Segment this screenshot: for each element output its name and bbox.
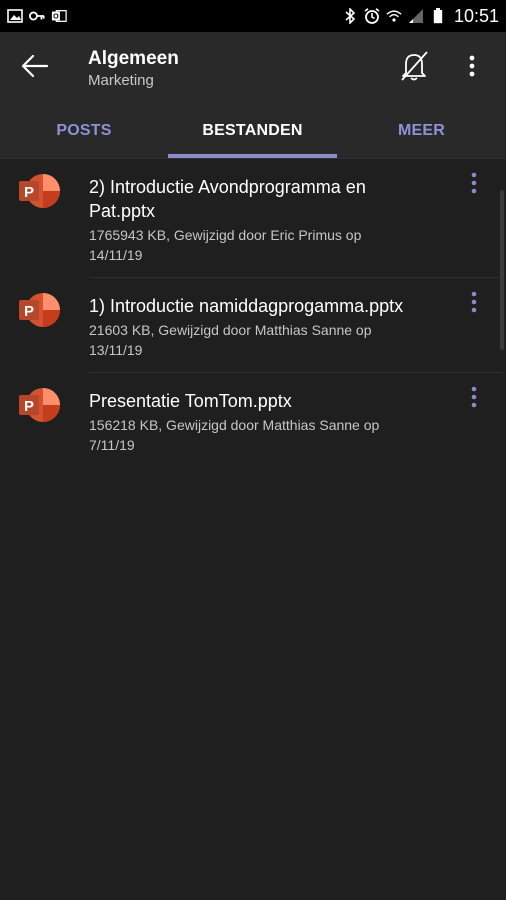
app-bar: Algemeen Marketing	[0, 32, 506, 104]
file-more-button[interactable]	[464, 290, 484, 318]
arrow-left-icon	[21, 54, 49, 83]
file-name: 1) Introductie namiddagprogamma.pptx	[89, 296, 404, 316]
wifi-icon	[386, 8, 402, 24]
file-more-button[interactable]	[464, 171, 484, 199]
clock-time: 10:51	[453, 5, 499, 26]
powerpoint-icon: P	[18, 173, 62, 278]
file-name: Presentatie TomTom.pptx	[89, 391, 292, 411]
scrollbar[interactable]	[500, 190, 504, 350]
file-details: 1) Introductie namiddagprogamma.pptx 216…	[89, 278, 502, 373]
file-list: P 2) Introductie Avondprogramma en Pat.p…	[0, 159, 506, 467]
file-details: Presentatie TomTom.pptx 156218 KB, Gewij…	[89, 373, 502, 467]
outlook-icon: O	[51, 8, 67, 24]
powerpoint-icon: P	[18, 292, 62, 373]
battery-icon	[430, 8, 446, 24]
list-item[interactable]: P Presentatie TomTom.pptx 156218 KB, Gew…	[0, 373, 506, 467]
image-icon	[7, 8, 23, 24]
tab-meer[interactable]: MEER	[337, 104, 506, 158]
file-details: 2) Introductie Avondprogramma en Pat.ppt…	[89, 159, 502, 278]
back-button[interactable]	[0, 32, 70, 104]
more-vertical-icon	[471, 291, 477, 318]
file-meta: 21603 KB, Gewijzigd door Matthias Sanne …	[89, 322, 372, 358]
file-meta: 1765943 KB, Gewijzigd door Eric Primus o…	[89, 227, 362, 263]
list-item[interactable]: P 1) Introductie namiddagprogamma.pptx 2…	[0, 278, 506, 373]
tab-posts[interactable]: POSTS	[0, 104, 168, 158]
more-vertical-icon	[471, 172, 477, 199]
team-subtitle: Marketing	[88, 71, 154, 89]
more-vertical-icon	[471, 386, 477, 413]
tab-bestanden[interactable]: BESTANDEN	[168, 104, 337, 158]
mute-notifications-button[interactable]	[392, 46, 436, 90]
list-item[interactable]: P 2) Introductie Avondprogramma en Pat.p…	[0, 159, 506, 278]
svg-text:P: P	[24, 303, 34, 320]
file-meta: 156218 KB, Gewijzigd door Matthias Sanne…	[89, 417, 380, 453]
svg-text:O: O	[53, 13, 59, 21]
active-tab-indicator	[168, 154, 337, 158]
file-more-button[interactable]	[464, 385, 484, 413]
svg-text:P: P	[24, 398, 34, 415]
file-name: 2) Introductie Avondprogramma en Pat.ppt…	[89, 177, 366, 221]
tab-bestanden-label: BESTANDEN	[202, 122, 303, 139]
channel-titles: Algemeen Marketing	[70, 48, 392, 89]
svg-text:P: P	[24, 184, 34, 201]
signal-icon	[408, 8, 424, 24]
status-bar: O 10:51	[0, 0, 506, 32]
powerpoint-icon: P	[18, 387, 62, 467]
channel-title: Algemeen	[88, 47, 179, 69]
more-options-button[interactable]	[458, 46, 486, 90]
more-vertical-icon	[469, 55, 475, 82]
alarm-icon	[364, 8, 380, 24]
tab-bar: POSTS BESTANDEN MEER	[0, 104, 506, 159]
key-icon	[29, 8, 45, 24]
bluetooth-icon	[342, 8, 358, 24]
bell-off-icon	[399, 50, 429, 87]
